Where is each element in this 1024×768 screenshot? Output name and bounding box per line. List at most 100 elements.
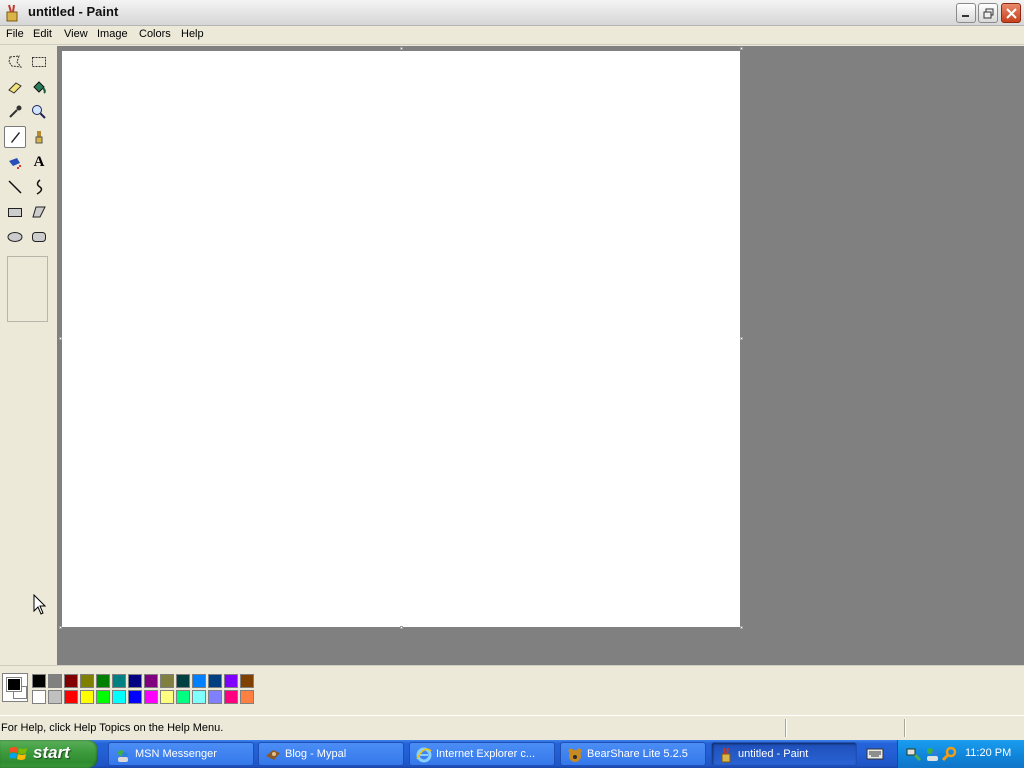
palette-swatch[interactable]: [208, 674, 222, 688]
rounded-rect-tool[interactable]: [28, 226, 50, 248]
palette-swatch[interactable]: [128, 674, 142, 688]
restore-button[interactable]: [978, 3, 998, 23]
task-label: untitled - Paint: [738, 748, 809, 760]
network-icon[interactable]: [906, 746, 922, 762]
mouse-cursor-icon: [33, 594, 47, 615]
palette-swatch[interactable]: [96, 674, 110, 688]
menu-colors[interactable]: Colors: [137, 28, 173, 40]
color-box: [0, 665, 1024, 715]
palette-swatch[interactable]: [240, 674, 254, 688]
rect-select-tool[interactable]: [28, 51, 50, 73]
taskbar-button-mypal[interactable]: Blog - Mypal: [258, 742, 404, 766]
palette-swatch[interactable]: [32, 674, 46, 688]
taskbar-button-msn[interactable]: MSN Messenger: [108, 742, 254, 766]
resize-handle-bottom[interactable]: [400, 626, 403, 629]
airbrush-icon: [9, 158, 21, 169]
start-button[interactable]: start: [0, 740, 98, 768]
close-button[interactable]: [1001, 3, 1021, 23]
palette-swatch[interactable]: [64, 690, 78, 704]
menu-image[interactable]: Image: [95, 28, 130, 40]
taskbar: start MSN Messenger Blog - Mypal Interne…: [0, 740, 1024, 768]
palette-swatch[interactable]: [160, 674, 174, 688]
system-tray: 11:20 PM: [897, 740, 1024, 768]
rectangle-tool[interactable]: [4, 201, 26, 223]
search-tray-icon[interactable]: [942, 746, 958, 762]
palette-swatch[interactable]: [192, 674, 206, 688]
palette-swatch[interactable]: [112, 690, 126, 704]
status-text: For Help, click Help Topics on the Help …: [1, 722, 224, 734]
windows-logo-icon: [9, 747, 27, 760]
palette-swatch[interactable]: [144, 690, 158, 704]
palette-swatch[interactable]: [80, 690, 94, 704]
palette-swatch[interactable]: [192, 690, 206, 704]
workspace: [57, 46, 1024, 665]
palette-swatch[interactable]: [48, 674, 62, 688]
curve-icon: [36, 179, 43, 195]
status-separator: [904, 719, 906, 737]
resize-handle-top-right: [740, 47, 743, 50]
keyboard-language-icon[interactable]: [866, 746, 884, 762]
text-tool[interactable]: A: [28, 151, 50, 173]
tool-box: A: [0, 46, 57, 665]
pencil-tool[interactable]: [4, 126, 26, 148]
task-label: MSN Messenger: [135, 748, 217, 760]
fill-icon: [33, 81, 46, 94]
palette-swatch[interactable]: [64, 674, 78, 688]
eraser-tool[interactable]: [4, 76, 26, 98]
eraser-icon: [8, 82, 22, 94]
menu-file[interactable]: File: [4, 28, 26, 40]
palette-swatch[interactable]: [80, 674, 94, 688]
free-form-select-tool[interactable]: [4, 51, 26, 73]
palette-swatch[interactable]: [48, 690, 62, 704]
palette-swatch[interactable]: [176, 690, 190, 704]
polygon-tool[interactable]: [28, 201, 50, 223]
pencil-icon: [11, 132, 20, 143]
palette-swatch[interactable]: [224, 674, 238, 688]
minimize-button[interactable]: [956, 3, 976, 23]
palette-swatch[interactable]: [160, 690, 174, 704]
current-colors[interactable]: [2, 673, 28, 702]
menu-view[interactable]: View: [62, 28, 90, 40]
minimize-icon: [962, 15, 969, 17]
polygon-icon: [32, 206, 46, 218]
clock[interactable]: 11:20 PM: [965, 747, 1011, 759]
palette-swatch[interactable]: [224, 690, 238, 704]
fill-tool[interactable]: [28, 76, 50, 98]
curve-tool[interactable]: [28, 176, 50, 198]
palette-swatch[interactable]: [176, 674, 190, 688]
menu-help[interactable]: Help: [179, 28, 206, 40]
menu-edit[interactable]: Edit: [31, 28, 54, 40]
magnifier-tool[interactable]: [28, 101, 50, 123]
taskbar-button-ie[interactable]: Internet Explorer c...: [409, 742, 555, 766]
brush-tool[interactable]: [28, 126, 50, 148]
resize-handle-left: [59, 337, 62, 340]
line-tool[interactable]: [4, 176, 26, 198]
paint-icon: [721, 747, 731, 763]
palette-swatch[interactable]: [144, 674, 158, 688]
drawing-canvas[interactable]: [62, 51, 740, 627]
taskbar-button-bearshare[interactable]: BearShare Lite 5.2.5: [560, 742, 706, 766]
window-title: untitled - Paint: [28, 4, 119, 19]
palette-swatch[interactable]: [240, 690, 254, 704]
tool-options-box[interactable]: [7, 256, 48, 322]
palette-swatch[interactable]: [208, 690, 222, 704]
msn-icon: [118, 750, 128, 762]
palette-swatch[interactable]: [112, 674, 126, 688]
airbrush-tool[interactable]: [4, 151, 26, 173]
restore-icon: [983, 8, 993, 18]
taskbar-button-paint[interactable]: untitled - Paint: [711, 742, 857, 766]
magnifier-icon: [32, 105, 46, 119]
ellipse-tool[interactable]: [4, 226, 26, 248]
pick-color-tool[interactable]: [4, 101, 26, 123]
resize-handle-top: [400, 47, 403, 50]
foreground-color-swatch[interactable]: [6, 677, 22, 692]
palette-swatch[interactable]: [96, 690, 110, 704]
resize-handle-bottom-right[interactable]: [740, 626, 743, 629]
paint-app-icon[interactable]: [4, 4, 20, 22]
messenger-buddy-icon[interactable]: [924, 746, 940, 762]
rect-select-icon: [32, 57, 46, 67]
line-icon: [8, 180, 22, 194]
resize-handle-right[interactable]: [740, 337, 743, 340]
palette-swatch[interactable]: [128, 690, 142, 704]
palette-swatch[interactable]: [32, 690, 46, 704]
